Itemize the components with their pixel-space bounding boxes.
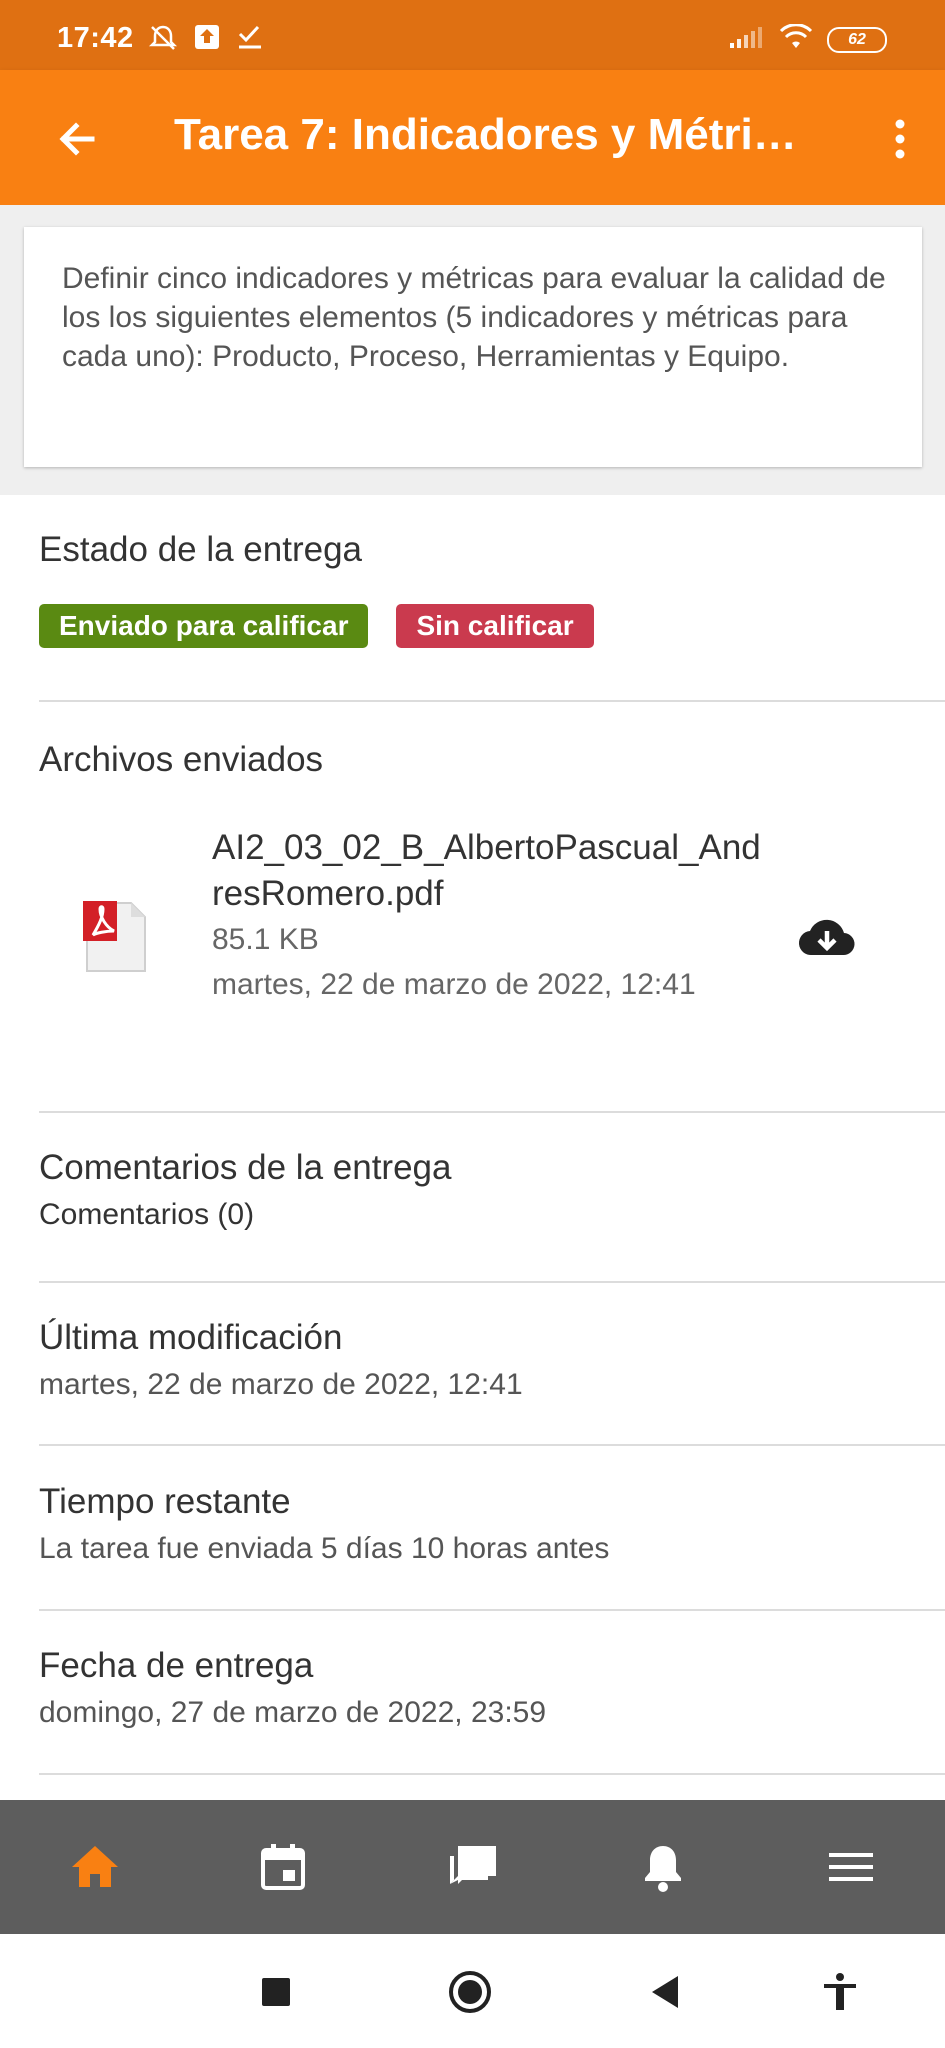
comments-heading: Comentarios de la entrega [39, 1148, 452, 1187]
last-modified-section: Última modificación martes, 22 de marzo … [39, 1318, 945, 1402]
comments-count[interactable]: Comentarios (0) [39, 1198, 945, 1232]
calendar-icon[interactable] [256, 1840, 310, 1894]
notifications-icon[interactable] [636, 1840, 690, 1894]
last-modified-heading: Última modificación [39, 1318, 343, 1357]
submission-status-heading: Estado de la entrega [39, 530, 363, 569]
cloud-download-icon[interactable] [794, 905, 860, 971]
due-date-heading: Fecha de entrega [39, 1646, 314, 1685]
time-remaining-value: La tarea fue enviada 5 días 10 horas ant… [39, 1532, 610, 1565]
page-title: Tarea 7: Indicadores y Métricas [174, 110, 814, 159]
time-remaining-section: Tiempo restante La tarea fue enviada 5 d… [39, 1482, 945, 1566]
back-triangle-icon[interactable] [644, 1970, 688, 2014]
check-icon [236, 24, 264, 57]
submitted-files-heading: Archivos enviados [39, 740, 324, 779]
status-bar: 17:42 62 [0, 0, 945, 70]
accessibility-icon[interactable] [818, 1970, 862, 2014]
messages-icon[interactable] [446, 1840, 500, 1894]
file-name[interactable]: AI2_03_02_B_AlbertoPascual_AndresRomero.… [212, 825, 772, 917]
more-vertical-icon[interactable] [885, 114, 915, 164]
signal-icon [729, 25, 765, 54]
description-card: Definir cinco indicadores y métricas par… [24, 227, 922, 467]
time-remaining-heading: Tiempo restante [39, 1482, 291, 1521]
battery-icon: 62 [827, 26, 887, 53]
file-size: 85.1 KB [212, 923, 319, 956]
due-date-value: domingo, 27 de marzo de 2022, 23:59 [39, 1696, 547, 1729]
comments-section[interactable]: Comentarios de la entrega Comentarios (0… [39, 1148, 945, 1232]
status-badge-ungraded: Sin calificar [396, 604, 594, 648]
menu-icon[interactable] [824, 1840, 878, 1894]
status-badge-submitted: Enviado para calificar [39, 604, 369, 648]
recents-icon[interactable] [254, 1970, 298, 2014]
divider [39, 1281, 945, 1283]
divider [39, 1609, 945, 1611]
back-arrow-icon[interactable] [52, 114, 102, 164]
divider [39, 1111, 945, 1113]
home-icon[interactable] [68, 1840, 122, 1894]
last-modified-value: martes, 22 de marzo de 2022, 12:41 [39, 1368, 523, 1401]
file-date: martes, 22 de marzo de 2022, 12:41 [212, 968, 696, 1001]
home-circle-icon[interactable] [448, 1970, 492, 2014]
wifi-icon [779, 23, 813, 55]
description-area: Definir cinco indicadores y métricas par… [0, 205, 945, 495]
due-date-section: Fecha de entrega domingo, 27 de marzo de… [39, 1646, 945, 1730]
submission-status-section: Estado de la entrega Enviado para califi… [39, 530, 945, 648]
app-bar: Tarea 7: Indicadores y Métricas [0, 70, 945, 205]
divider [39, 700, 945, 702]
system-navigation [0, 1934, 945, 2048]
divider [39, 1444, 945, 1446]
status-time: 17:42 [57, 22, 134, 54]
mute-icon [148, 24, 178, 57]
divider [39, 1773, 945, 1775]
submitted-files-section: Archivos enviados AI2_03_02_B_AlbertoPas… [39, 740, 945, 1001]
pdf-icon [79, 897, 151, 977]
upload-icon [194, 24, 220, 57]
file-item[interactable]: AI2_03_02_B_AlbertoPascual_AndresRomero.… [39, 825, 945, 1055]
assignment-description: Definir cinco indicadores y métricas par… [62, 262, 886, 373]
bottom-navigation [0, 1800, 945, 1934]
